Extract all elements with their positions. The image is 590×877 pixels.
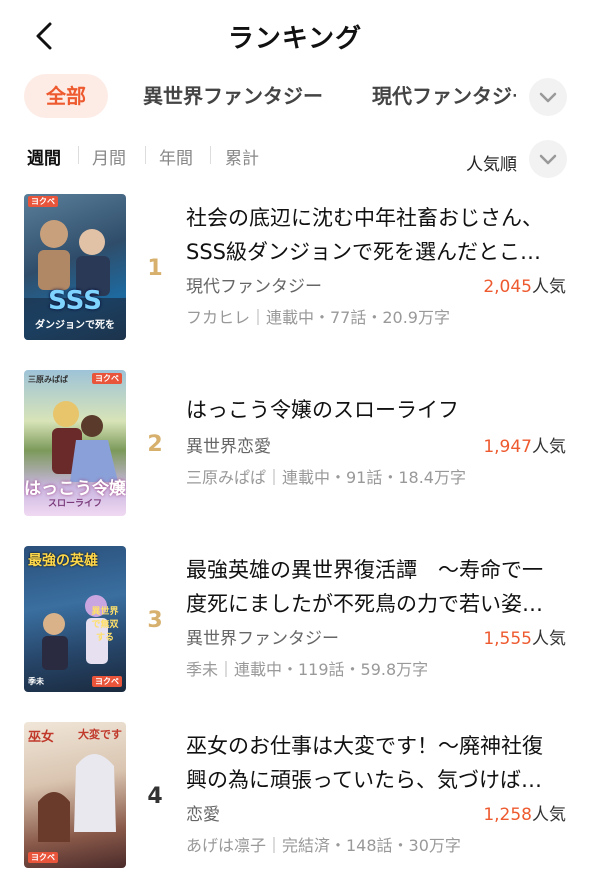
popularity: 1,947人気 [483, 432, 566, 457]
tab-all[interactable]: 全部 [24, 74, 108, 118]
book-cover: 最強の英雄 異世界で無双する 季未 ヨクペ [24, 546, 126, 692]
category-tabs: 全部 異世界ファンタジー 現代ファンタジー [0, 72, 590, 122]
cover-badge: ヨクペ [28, 196, 58, 207]
book-meta: 季未｜連載中・119話・59.8万字 [186, 660, 429, 679]
ranking-item[interactable]: 三原みぱぱ ヨクペ はっこう令嬢 スローライフ 2 はっこう令嬢のスローライフ … [0, 370, 590, 520]
category-expand-button[interactable] [529, 78, 567, 116]
divider [78, 146, 79, 164]
tab-modern-fantasy[interactable]: 現代ファンタジー [372, 74, 516, 118]
popularity-count: 1,258 [483, 805, 532, 825]
book-title: 巫女のお仕事は大変です！～廃神社復興の為に頑張っていたら、気づけば… [186, 734, 543, 792]
period-yearly[interactable]: 年間 [159, 144, 193, 169]
chevron-down-icon [539, 92, 557, 103]
period-total[interactable]: 累計 [225, 144, 259, 169]
divider [145, 146, 146, 164]
rank-number: 3 [147, 608, 163, 633]
book-cover: ヨクペ SSS ダンジョンで死を [24, 194, 126, 340]
cover-author: 季未 [28, 677, 44, 686]
popularity: 2,045人気 [483, 272, 566, 297]
app-header: ランキング [0, 0, 590, 70]
popularity: 1,555人気 [483, 624, 566, 649]
popularity-suffix: 人気 [532, 629, 566, 649]
popularity-count: 1,555 [483, 629, 532, 649]
period-filter: 週間 月間 年間 累計 人気順 [0, 138, 590, 178]
chevron-down-icon [539, 154, 557, 165]
book-meta: あげは凛子｜完結済・148話・30万字 [186, 836, 461, 855]
cover-subtitle: 異世界で無双する [91, 607, 119, 643]
book-meta: 三原みぱぱ｜連載中・91話・18.4万字 [186, 468, 466, 487]
sort-dropdown-button[interactable] [529, 140, 567, 178]
book-title: はっこう令嬢のスローライフ [186, 398, 459, 422]
genre-label: 異世界ファンタジー [186, 629, 339, 649]
cover-subtitle: 大変です [78, 728, 122, 741]
popularity-suffix: 人気 [532, 805, 566, 825]
ranking-item[interactable]: 最強の英雄 異世界で無双する 季未 ヨクペ 3 最強英雄の異世界復活譚 ～寿命で… [0, 546, 590, 696]
period-weekly[interactable]: 週間 [27, 144, 61, 169]
rank-number: 1 [147, 256, 163, 281]
book-meta: フカヒレ｜連載中・77話・20.9万字 [186, 308, 450, 327]
rank-number: 4 [147, 784, 163, 809]
popularity-count: 1,947 [483, 437, 532, 457]
cover-subtitle: スローライフ [47, 499, 102, 509]
cover-badge: ヨクペ [92, 676, 122, 687]
popularity-suffix: 人気 [532, 437, 566, 457]
popularity-count: 2,045 [483, 277, 532, 297]
genre-label: 異世界恋愛 [186, 437, 271, 457]
cover-subtitle: ダンジョンで死を [35, 320, 115, 331]
page-title: ランキング [227, 24, 363, 54]
ranking-item[interactable]: 巫女 大変です ヨクペ 4 巫女のお仕事は大変です！～廃神社復興の為に頑張ってい… [0, 722, 590, 872]
book-cover: 三原みぱぱ ヨクペ はっこう令嬢 スローライフ [24, 370, 126, 516]
cover-title: SSS [48, 286, 102, 316]
popularity: 1,258人気 [483, 800, 566, 825]
tab-isekai-fantasy[interactable]: 異世界ファンタジー [143, 74, 323, 118]
sort-label[interactable]: 人気順 [466, 150, 517, 175]
cover-title: 最強の英雄 [28, 553, 98, 569]
book-title: 社会の底辺に沈む中年社畜おじさん、SSS級ダンジョンで死を選んだとこ… [186, 206, 543, 264]
book-cover: 巫女 大変です ヨクペ [24, 722, 126, 868]
genre-label: 現代ファンタジー [186, 277, 322, 297]
ranking-item[interactable]: ヨクペ SSS ダンジョンで死を 1 社会の底辺に沈む中年社畜おじさん、SSS級… [0, 194, 590, 344]
book-title: 最強英雄の異世界復活譚 ～寿命で一度死にましたが不死鳥の力で若い姿… [186, 558, 543, 616]
popularity-suffix: 人気 [532, 277, 566, 297]
genre-label: 恋愛 [186, 805, 220, 825]
cover-badge: ヨクペ [28, 852, 58, 863]
period-monthly[interactable]: 月間 [92, 144, 126, 169]
cover-author: 三原みぱぱ [28, 375, 68, 384]
cover-title: 巫女 [28, 730, 55, 745]
divider [210, 146, 211, 164]
rank-number: 2 [147, 432, 163, 457]
cover-badge: ヨクペ [92, 373, 122, 384]
